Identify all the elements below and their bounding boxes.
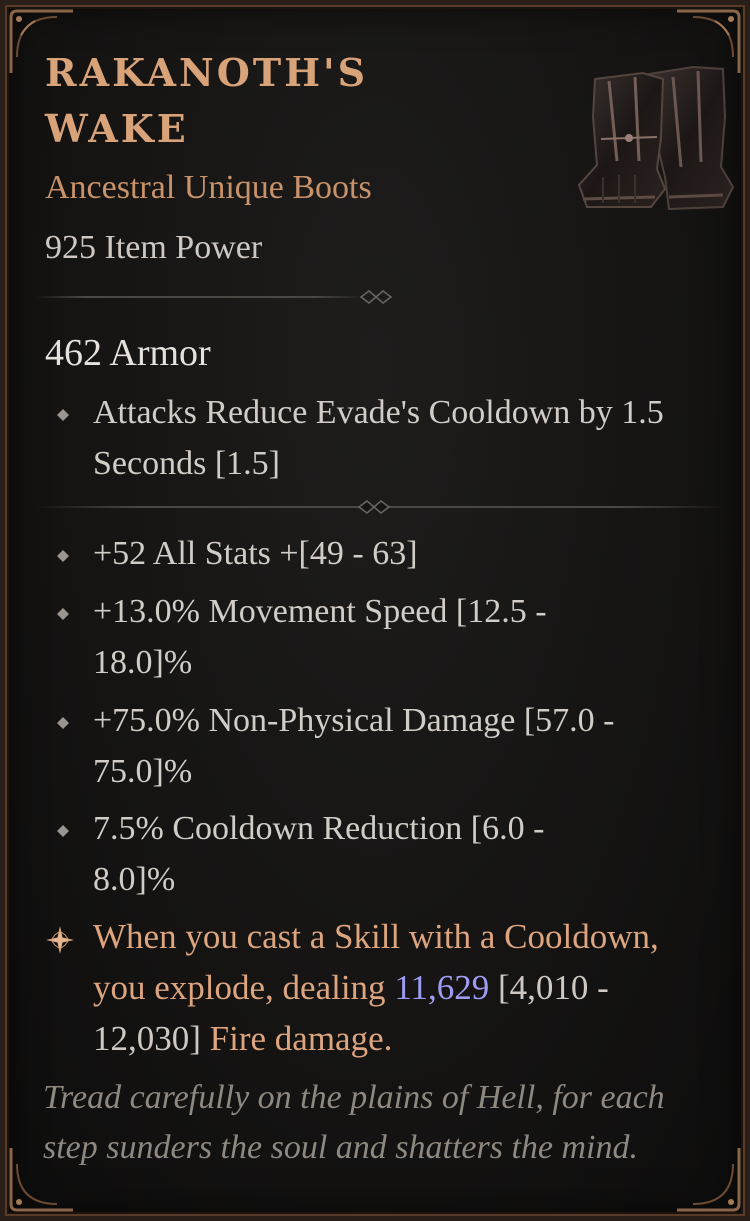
boots-icon [577, 65, 735, 211]
flavor-text: Tread carefully on the plains of Hell, f… [43, 1079, 665, 1166]
bullet-icon [57, 825, 69, 837]
affix-cooldown-reduction: 7.5% Cooldown Reduction [6.0 - 8.0]% [93, 810, 545, 898]
item-type: Ancestral Unique Boots [45, 169, 372, 206]
item-power: 925 Item Power [45, 229, 263, 266]
item-name: RAKANOTH'S WAKE [45, 50, 369, 151]
section-divider [35, 289, 395, 305]
bullet-icon [57, 550, 69, 562]
implicit-affix: Attacks Reduce Evade's Cooldown by 1.5 S… [93, 394, 664, 482]
unique-power-tail: Fire damage. [209, 1019, 393, 1058]
unique-power-icon [46, 926, 74, 954]
section-divider [35, 499, 725, 515]
armor-value: 462 Armor [45, 332, 211, 374]
bullet-icon [57, 608, 69, 620]
item-tooltip: RAKANOTH'S WAKE Ancestral Unique Boots 9… [0, 0, 750, 1221]
bullet-icon [57, 717, 69, 729]
bullet-icon [57, 409, 69, 421]
affix-movement-speed: +13.0% Movement Speed [12.5 - 18.0]% [93, 593, 547, 681]
unique-power: When you cast a Skill with a Cooldown, y… [93, 911, 713, 1064]
unique-power-value: 11,629 [394, 968, 490, 1007]
affix-all-stats: +52 All Stats +[49 - 63] [93, 535, 418, 572]
affix-non-physical-damage: +75.0% Non-Physical Damage [57.0 - 75.0]… [93, 702, 615, 790]
